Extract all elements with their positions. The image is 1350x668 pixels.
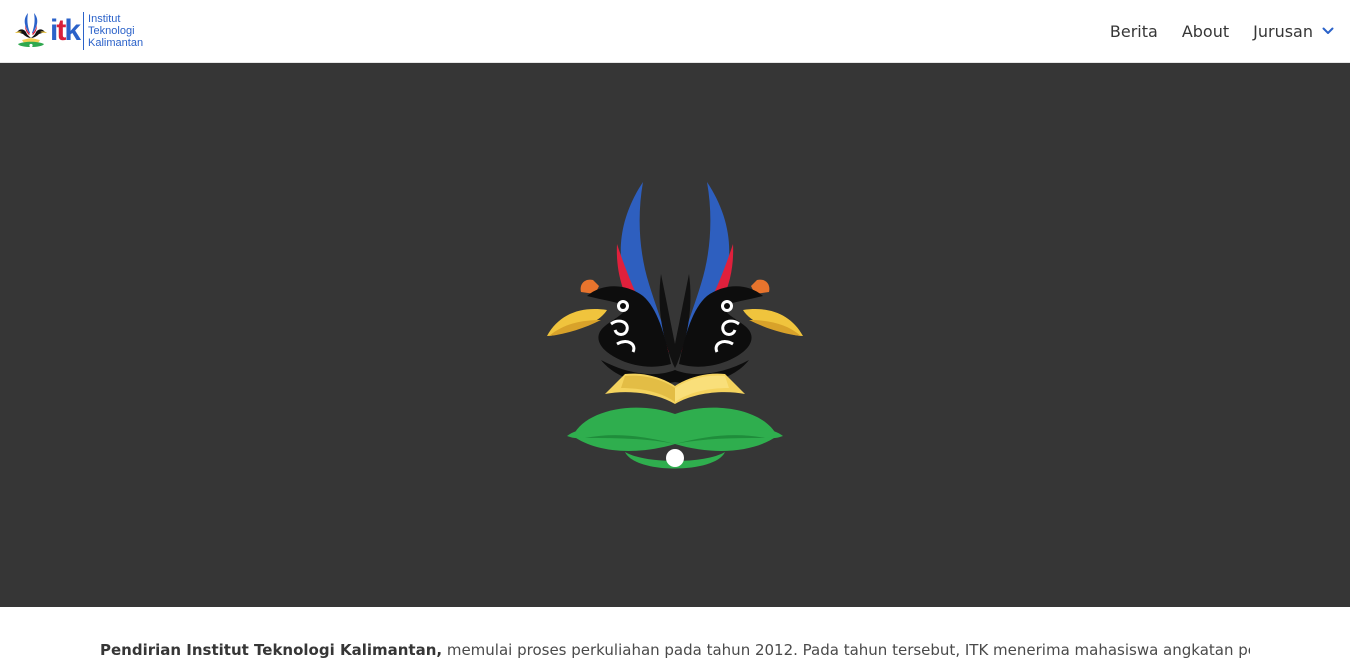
article-lead: Pendirian Institut Teknologi Kalimantan, [100, 641, 443, 659]
article-body: memulai proses perkuliahan pada tahun 20… [442, 641, 1250, 659]
top-navbar: itk Institut Teknologi Kalimantan Berita… [0, 0, 1350, 63]
nav-menu: Berita About Jurusan [1098, 0, 1334, 63]
hero-banner [0, 63, 1350, 607]
article-intro: Pendirian Institut Teknologi Kalimantan,… [100, 638, 1250, 662]
brand-line-2: Teknologi [88, 25, 135, 37]
chevron-down-icon [1322, 27, 1334, 34]
nav-about-link[interactable]: About [1170, 0, 1241, 63]
nav-jurusan-label: Jurusan [1253, 21, 1313, 41]
brand-line-3: Kalimantan [88, 37, 144, 49]
brand-name: Institut Teknologi Kalimantan [88, 13, 143, 49]
itk-hornbill-emblem-icon [547, 182, 803, 469]
nav-berita-link[interactable]: Berita [1098, 0, 1170, 63]
brand-logo-link[interactable]: itk Institut Teknologi Kalimantan [14, 0, 143, 63]
brand-divider [83, 12, 85, 50]
brand-wordmark: itk [50, 14, 81, 47]
itk-emblem-icon [15, 13, 47, 48]
brand-line-1: Institut [88, 13, 121, 25]
nav-jurusan-dropdown[interactable]: Jurusan [1241, 0, 1334, 63]
